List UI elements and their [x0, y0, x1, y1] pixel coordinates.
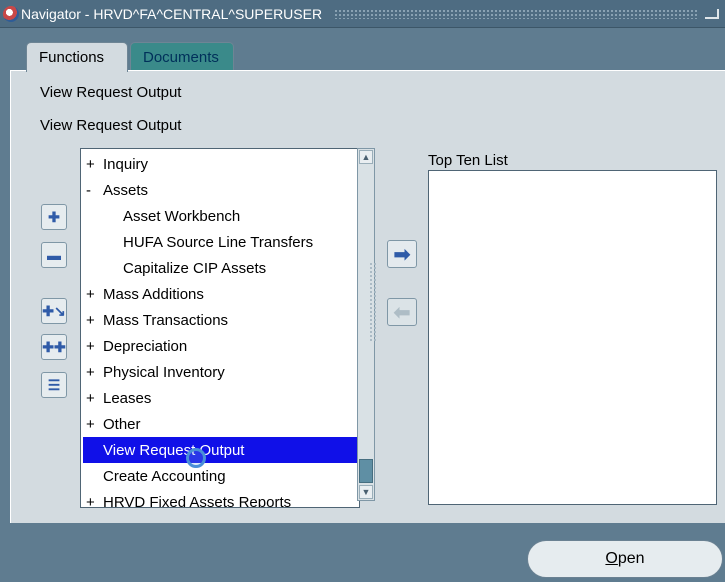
tree-item-mass-transactions[interactable]: + Mass Transactions	[83, 307, 357, 333]
tree-expander[interactable]: +	[83, 312, 103, 329]
collapse-button[interactable]: ▬	[41, 242, 67, 268]
tree-item-leases[interactable]: + Leases	[83, 385, 357, 411]
tree-item-create-accounting[interactable]: Create Accounting	[83, 463, 357, 489]
top-ten-label: Top Ten List	[428, 152, 508, 169]
tree-expander[interactable]: +	[83, 416, 103, 433]
tree-item-capitalize-cip-assets[interactable]: Capitalize CIP Assets	[83, 255, 357, 281]
collapse-all-icon: ☰	[47, 377, 61, 393]
expand-branch-button[interactable]: ✚↘	[41, 298, 67, 324]
tree-expander[interactable]: -	[83, 182, 103, 199]
tree-expander[interactable]: +	[83, 364, 103, 381]
tree-item-label: HRVD Fixed Assets Reports	[103, 493, 292, 508]
add-to-top-ten-button[interactable]: ➡	[387, 240, 417, 268]
expand-all-icon: ✚✚	[42, 339, 66, 355]
tab-functions-label: Functions	[39, 49, 105, 66]
splitter-grip[interactable]	[369, 262, 377, 342]
tree-item-physical-inventory[interactable]: + Physical Inventory	[83, 359, 357, 385]
app-icon	[3, 5, 19, 22]
scroll-up-icon[interactable]: ▲	[359, 150, 373, 164]
tree-item-label: View Request Output	[103, 441, 245, 459]
tree-item-label: Mass Additions	[103, 285, 204, 303]
tab-documents-label: Documents	[143, 49, 219, 66]
tree-expander[interactable]: +	[83, 390, 103, 407]
collapse-icon: ▬	[47, 247, 61, 263]
tree-item-assets[interactable]: - Assets	[83, 177, 357, 203]
section-heading: View Request Output	[40, 84, 182, 101]
tree-item-label: Leases	[103, 389, 152, 407]
title-bar: Navigator - HRVD^FA^CENTRAL^SUPERUSER	[0, 0, 725, 28]
tree-expander[interactable]: +	[83, 156, 103, 173]
tree-item-depreciation[interactable]: + Depreciation	[83, 333, 357, 359]
tree-expander[interactable]: +	[83, 494, 103, 508]
tree-item-label: Mass Transactions	[103, 311, 229, 329]
tab-documents[interactable]: Documents	[130, 42, 234, 72]
tree-item-label: Create Accounting	[103, 467, 226, 485]
mouse-cursor-icon	[186, 448, 206, 468]
open-button[interactable]: Open	[527, 540, 723, 578]
tab-functions[interactable]: Functions	[26, 42, 128, 72]
tree-item-label: Depreciation	[103, 337, 188, 355]
title-bar-stipple	[334, 8, 697, 19]
expand-button[interactable]: ✚	[41, 204, 67, 230]
tree-item-view-request-output[interactable]: View Request Output	[83, 437, 357, 463]
tree-item-asset-workbench[interactable]: Asset Workbench	[83, 203, 357, 229]
scroll-down-icon[interactable]: ▼	[359, 485, 373, 499]
open-button-label: pen	[617, 550, 645, 567]
selected-function-heading: View Request Output	[40, 117, 182, 134]
top-ten-list[interactable]	[428, 170, 717, 505]
tree-item-hufa-source-line-transfers[interactable]: HUFA Source Line Transfers	[83, 229, 357, 255]
remove-from-top-ten-button[interactable]: ⬅	[387, 298, 417, 326]
tree-item-inquiry[interactable]: + Inquiry	[83, 151, 357, 177]
tree-item-label: Other	[103, 415, 141, 433]
expand-all-button[interactable]: ✚✚	[41, 334, 67, 360]
tree-expander[interactable]: +	[83, 286, 103, 303]
tree-item-label: Physical Inventory	[103, 363, 225, 381]
left-arrow-icon: ⬅	[393, 301, 411, 324]
tree-item-label: Capitalize CIP Assets	[123, 259, 267, 277]
tree-item-hrvd-fixed-assets-reports[interactable]: + HRVD Fixed Assets Reports	[83, 489, 357, 508]
collapse-all-button[interactable]: ☰	[41, 372, 67, 398]
function-tree[interactable]: + Inquiry - Assets Asset Workbench HUFA …	[80, 148, 360, 508]
tree-item-mass-additions[interactable]: + Mass Additions	[83, 281, 357, 307]
scroll-thumb[interactable]	[359, 459, 373, 483]
open-button-mnemonic: O	[605, 550, 618, 567]
tree-item-other[interactable]: + Other	[83, 411, 357, 437]
tree-item-label: Assets	[103, 181, 149, 199]
tree-expander[interactable]: +	[83, 338, 103, 355]
right-arrow-icon: ➡	[393, 243, 411, 266]
resize-icon[interactable]	[705, 8, 719, 19]
expand-icon: ✚	[48, 209, 60, 225]
expand-branch-icon: ✚↘	[42, 303, 66, 319]
tree-item-label: Inquiry	[103, 155, 149, 173]
window-title: Navigator - HRVD^FA^CENTRAL^SUPERUSER	[21, 5, 323, 22]
tree-item-label: HUFA Source Line Transfers	[123, 233, 314, 251]
tree-item-label: Asset Workbench	[123, 207, 241, 225]
